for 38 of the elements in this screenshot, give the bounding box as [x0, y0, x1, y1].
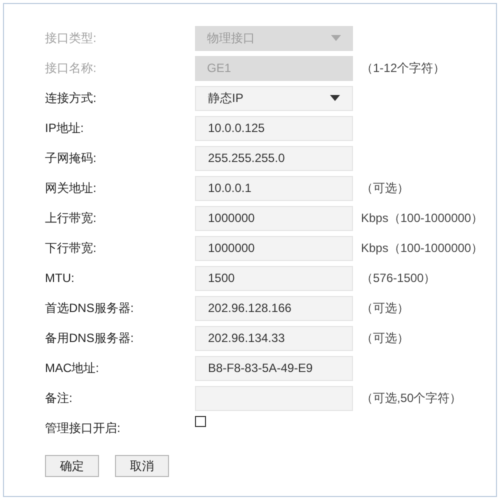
hint-text: Kbps（100-1000000）: [361, 240, 484, 257]
hint-text: （可选）: [361, 300, 409, 317]
input-field[interactable]: 10.0.0.1: [195, 176, 353, 200]
input-field[interactable]: 1000000: [195, 236, 353, 260]
field-label: 备注:: [45, 390, 74, 407]
field-label: 管理接口开启:: [45, 420, 122, 437]
input-field[interactable]: 1500: [195, 266, 353, 290]
hint-text: （可选,50个字符）: [361, 390, 462, 407]
hint-text: （1-12个字符）: [361, 60, 446, 77]
input-field[interactable]: [195, 386, 353, 410]
field-label: MAC地址:: [45, 360, 100, 377]
input-field[interactable]: 202.96.134.33: [195, 326, 353, 350]
field-label: 子网掩码:: [45, 150, 98, 167]
cancel-button[interactable]: 取消: [115, 455, 169, 477]
hint-text: （可选）: [361, 330, 409, 347]
input-field[interactable]: 1000000: [195, 206, 353, 230]
confirm-button[interactable]: 确定: [45, 455, 99, 477]
field-label: 网关地址:: [45, 180, 98, 197]
field-label: IP地址:: [45, 120, 85, 137]
input-field[interactable]: 255.255.255.0: [195, 146, 353, 170]
field-label: 连接方式:: [45, 90, 98, 107]
field-label: MTU:: [45, 270, 76, 287]
caret-icon: [330, 95, 340, 101]
field-label: 下行带宽:: [45, 240, 98, 257]
field-label: 接口类型:: [45, 30, 98, 47]
field-label: 上行带宽:: [45, 210, 98, 227]
hint-text: （576-1500）: [361, 270, 436, 287]
hint-text: Kbps（100-1000000）: [361, 210, 484, 227]
caret-icon: [331, 35, 341, 41]
input-field[interactable]: 202.96.128.166: [195, 296, 353, 320]
input-field[interactable]: B8-F8-83-5A-49-E9: [195, 356, 353, 380]
input-field[interactable]: 10.0.0.125: [195, 116, 353, 140]
field-label: 备用DNS服务器:: [45, 330, 135, 347]
field-label: 首选DNS服务器:: [45, 300, 135, 317]
field-label: 接口名称:: [45, 60, 98, 77]
dropdown[interactable]: 静态IP: [195, 86, 353, 110]
checkbox[interactable]: [195, 416, 206, 426]
hint-text: （可选）: [361, 180, 409, 197]
